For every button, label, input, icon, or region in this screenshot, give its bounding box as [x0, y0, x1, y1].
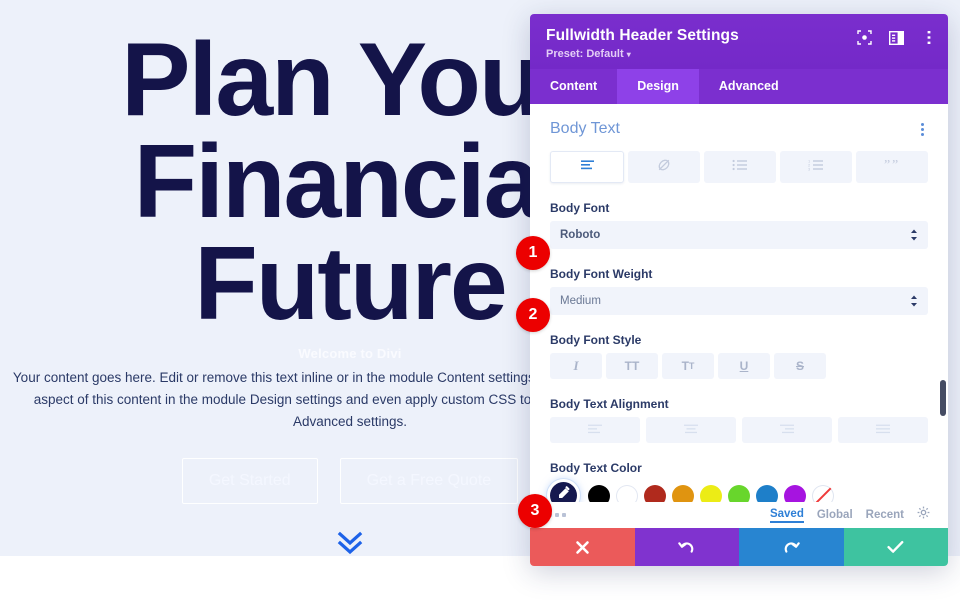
svg-text:”: ” — [892, 158, 898, 172]
vertical-scrollbar-thumb[interactable] — [940, 380, 946, 416]
uppercase-button[interactable]: TT — [606, 353, 658, 379]
palette-bar: Saved Global Recent — [530, 502, 948, 528]
ordered-list-icon-button[interactable]: 1 2 3 — [780, 151, 852, 183]
modal-body: Body Text 1 2 3 ” ” Body Font Roboto Bod… — [530, 104, 948, 528]
paragraph-icon — [580, 158, 595, 176]
cancel-button[interactable] — [530, 528, 635, 566]
svg-text:”: ” — [884, 158, 890, 172]
body-text-color-label: Body Text Color — [550, 461, 642, 475]
modal-tabs: Content Design Advanced — [530, 69, 948, 104]
body-font-style-label: Body Font Style — [550, 333, 642, 347]
tab-content[interactable]: Content — [530, 69, 617, 104]
body-font-weight-select[interactable]: Medium — [550, 287, 928, 315]
palette-tabs: Saved Global Recent — [769, 506, 930, 524]
svg-text:3: 3 — [808, 167, 811, 171]
smallcaps-glyph: T — [681, 359, 689, 373]
focus-mode-icon[interactable] — [857, 30, 872, 45]
double-chevron-down-icon — [336, 530, 364, 556]
undo-button[interactable] — [634, 528, 739, 566]
body-font-weight-value: Medium — [560, 295, 601, 307]
body-font-weight-label: Body Font Weight — [550, 267, 653, 281]
align-center-icon — [684, 421, 698, 439]
italic-button[interactable]: I — [550, 353, 602, 379]
link-icon — [656, 157, 672, 178]
body-font-select[interactable]: Roboto — [550, 221, 928, 249]
smallcaps-button[interactable]: TT — [662, 353, 714, 379]
align-center-button[interactable] — [646, 417, 736, 443]
layout-panel-icon[interactable] — [889, 30, 904, 45]
palette-tab-recent[interactable]: Recent — [866, 509, 904, 521]
step-badge-1: 1 — [516, 236, 550, 270]
more-options-icon[interactable] — [921, 30, 936, 45]
select-spinner-icon — [910, 295, 918, 307]
align-left-icon — [588, 421, 602, 439]
tab-design[interactable]: Design — [617, 69, 699, 104]
body-text-section-header: Body Text — [550, 120, 928, 138]
chevron-down-icon: ▾ — [626, 50, 631, 59]
select-spinner-icon — [910, 229, 918, 241]
align-right-button[interactable] — [742, 417, 832, 443]
preset-selector[interactable]: Preset: Default ▾ — [546, 48, 932, 60]
unordered-list-icon-button[interactable] — [704, 151, 776, 183]
underline-button[interactable]: U — [718, 353, 770, 379]
strikethrough-button[interactable]: S — [774, 353, 826, 379]
align-left-button[interactable] — [550, 417, 640, 443]
body-text-alignment-buttons — [550, 417, 928, 443]
palette-tab-saved[interactable]: Saved — [769, 508, 804, 523]
body-font-value: Roboto — [560, 229, 601, 241]
align-right-icon — [780, 421, 794, 439]
align-justify-button[interactable] — [838, 417, 928, 443]
step-badge-3: 3 — [518, 494, 552, 528]
gear-icon[interactable] — [917, 506, 930, 524]
close-icon — [575, 540, 590, 555]
vertical-dots-icon[interactable] — [917, 121, 928, 138]
modal-header: Fullwidth Header Settings Preset: Defaul… — [530, 14, 948, 69]
save-button[interactable] — [843, 528, 948, 566]
blockquote-icon-button[interactable]: ” ” — [856, 151, 928, 183]
get-a-free-quote-button[interactable]: Get a Free Quote — [339, 457, 519, 504]
redo-icon — [783, 539, 800, 556]
section-title: Body Text — [550, 120, 620, 137]
preset-label: Preset: Default — [546, 48, 624, 60]
body-font-style-buttons: I TT TT U S — [550, 353, 928, 379]
modal-action-bar — [530, 528, 948, 566]
undo-icon — [678, 539, 695, 556]
step-badge-2: 2 — [516, 298, 550, 332]
screen: Plan Your Financial Future Welcome to Di… — [0, 0, 960, 609]
ordered-list-icon: 1 2 3 — [808, 158, 824, 176]
align-justify-icon — [876, 421, 890, 439]
body-text-alignment-label: Body Text Alignment — [550, 397, 669, 411]
palette-tab-global[interactable]: Global — [817, 509, 853, 521]
link-icon-button[interactable] — [628, 151, 700, 183]
blockquote-icon: ” ” — [883, 158, 901, 177]
paragraph-icon-button[interactable] — [550, 151, 624, 183]
text-type-segmented-control: 1 2 3 ” ” — [550, 151, 928, 183]
modal-header-icons — [857, 30, 936, 45]
redo-button[interactable] — [739, 528, 844, 566]
get-started-button[interactable]: Get Started — [181, 457, 318, 504]
smallcaps-small-glyph: T — [688, 361, 695, 371]
tab-advanced[interactable]: Advanced — [699, 69, 799, 104]
unordered-list-icon — [732, 158, 748, 176]
check-icon — [887, 540, 904, 554]
fullwidth-header-settings-modal: Fullwidth Header Settings Preset: Defaul… — [530, 14, 948, 566]
body-font-label: Body Font — [550, 201, 610, 215]
